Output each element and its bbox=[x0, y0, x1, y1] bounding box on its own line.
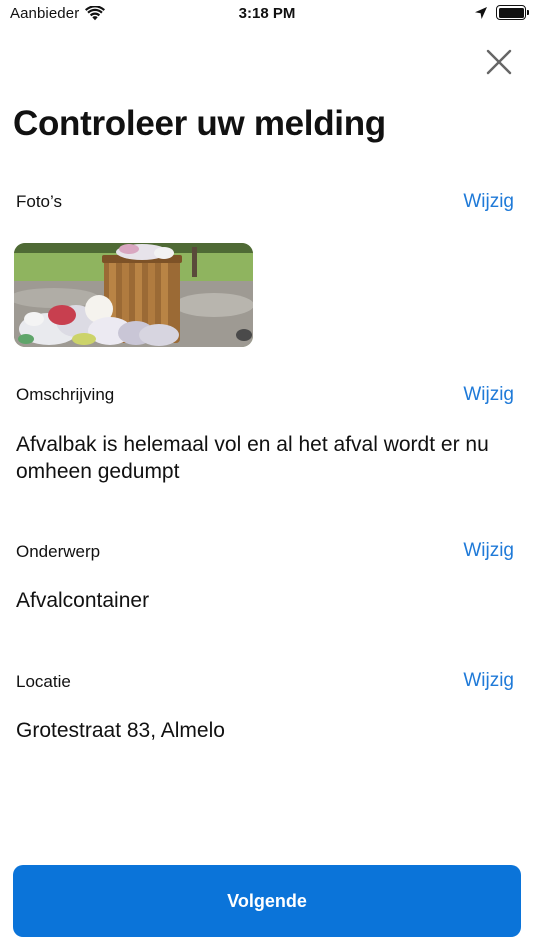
location-value: Grotestraat 83, Almelo bbox=[16, 719, 225, 742]
close-button[interactable] bbox=[478, 42, 520, 82]
status-time: 3:18 PM bbox=[238, 5, 296, 22]
status-bar: Aanbieder 3:18 PM bbox=[0, 0, 534, 28]
waste-bin-photo bbox=[14, 243, 253, 347]
photo-thumbnail[interactable] bbox=[14, 243, 253, 347]
edit-location-link[interactable]: Wijzig bbox=[463, 670, 514, 692]
close-icon bbox=[486, 49, 512, 75]
battery-level bbox=[498, 7, 524, 18]
edit-subject-link[interactable]: Wijzig bbox=[463, 540, 514, 562]
report-review-screen: Aanbieder 3:18 PM Controleer uw melding bbox=[0, 0, 534, 950]
edit-photos-link[interactable]: Wijzig bbox=[463, 191, 514, 213]
next-button[interactable]: Volgende bbox=[13, 865, 521, 937]
status-right bbox=[474, 5, 529, 20]
location-label: Locatie bbox=[16, 672, 71, 691]
battery-icon bbox=[496, 5, 529, 20]
description-value: Afvalbak is helemaal vol en al het afval… bbox=[16, 433, 489, 483]
subject-label: Onderwerp bbox=[16, 542, 101, 561]
page-title: Controleer uw melding bbox=[13, 104, 386, 143]
photos-label: Foto’s bbox=[16, 192, 62, 211]
edit-description-link[interactable]: Wijzig bbox=[463, 384, 514, 406]
location-arrow-icon bbox=[475, 6, 487, 19]
description-label: Omschrijving bbox=[16, 385, 115, 404]
subject-value: Afvalcontainer bbox=[16, 589, 150, 612]
